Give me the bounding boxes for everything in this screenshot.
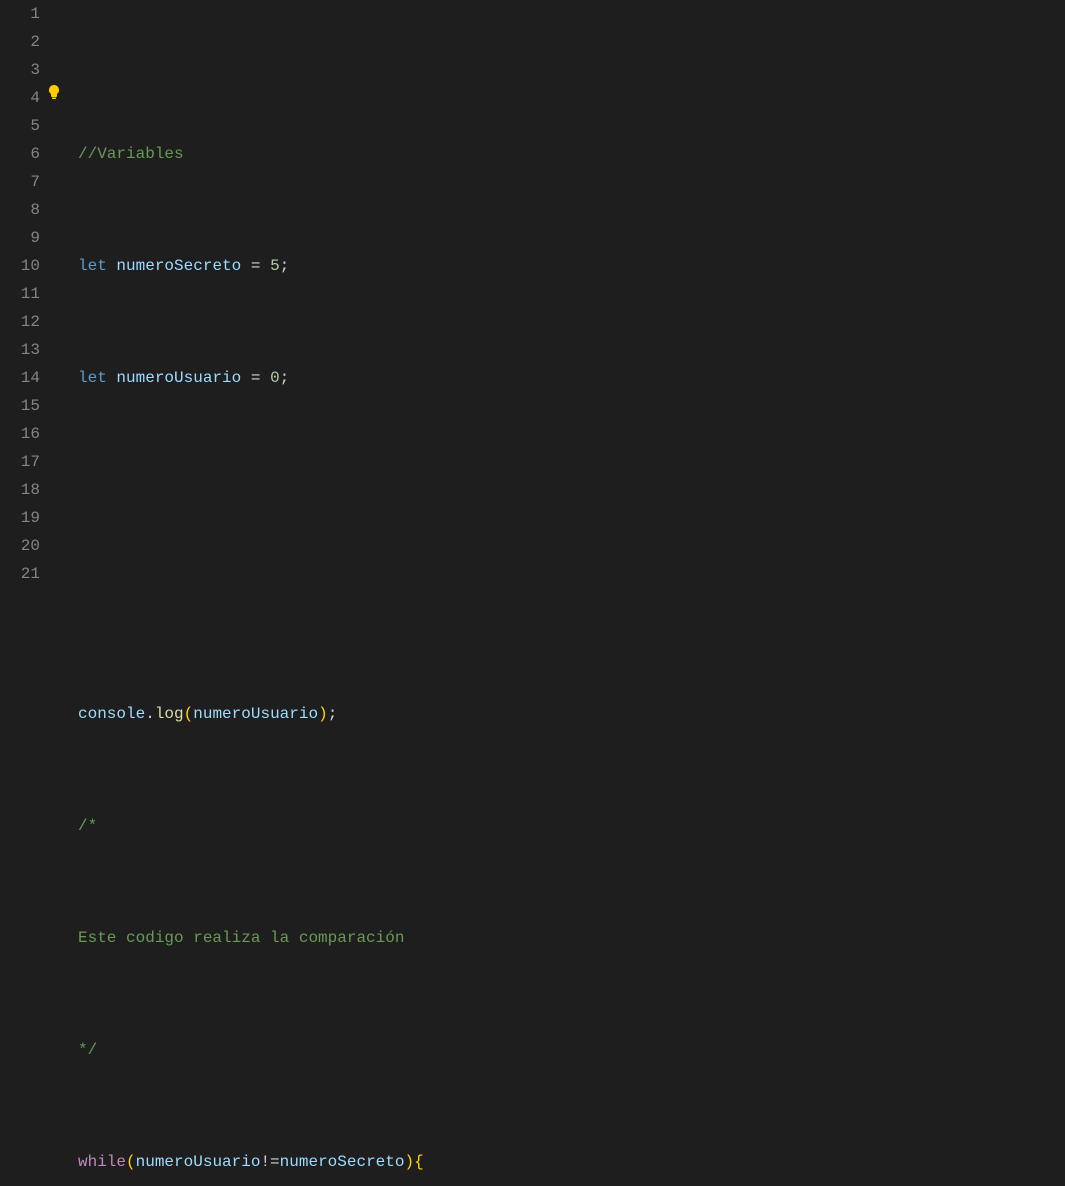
code-line: console.log(numeroUsuario); bbox=[78, 700, 1065, 728]
code-line bbox=[78, 588, 1065, 616]
paren: ) bbox=[404, 1153, 414, 1171]
comment-text: Este codigo realiza la comparación bbox=[78, 929, 404, 947]
line-number: 21 bbox=[0, 560, 40, 588]
code-line: Este codigo realiza la comparación bbox=[78, 924, 1065, 952]
line-number: 1 bbox=[0, 0, 40, 28]
operator: != bbox=[260, 1153, 279, 1171]
variable: numeroUsuario bbox=[193, 705, 318, 723]
line-number: 9 bbox=[0, 224, 40, 252]
line-number: 20 bbox=[0, 532, 40, 560]
punct: ; bbox=[328, 705, 338, 723]
object: console bbox=[78, 705, 145, 723]
line-number: 4 bbox=[0, 84, 40, 112]
line-number: 11 bbox=[0, 280, 40, 308]
code-line: //Variables bbox=[78, 140, 1065, 168]
keyword: while bbox=[78, 1153, 126, 1171]
paren: ( bbox=[126, 1153, 136, 1171]
line-number: 7 bbox=[0, 168, 40, 196]
code-line: while(numeroUsuario!=numeroSecreto){ bbox=[78, 1148, 1065, 1176]
code-content[interactable]: //Variables let numeroSecreto = 5; let n… bbox=[60, 0, 1065, 593]
line-number: 3 bbox=[0, 56, 40, 84]
punct: ; bbox=[280, 257, 290, 275]
code-line bbox=[78, 476, 1065, 504]
line-number: 19 bbox=[0, 504, 40, 532]
brace: { bbox=[414, 1153, 424, 1171]
punct: . bbox=[145, 705, 155, 723]
comment-text: //Variables bbox=[78, 145, 184, 163]
code-line: let numeroSecreto = 5; bbox=[78, 252, 1065, 280]
line-number: 13 bbox=[0, 336, 40, 364]
line-number: 8 bbox=[0, 196, 40, 224]
line-number: 2 bbox=[0, 28, 40, 56]
line-number: 16 bbox=[0, 420, 40, 448]
code-line: */ bbox=[78, 1036, 1065, 1064]
line-number: 6 bbox=[0, 140, 40, 168]
line-number: 10 bbox=[0, 252, 40, 280]
line-number: 18 bbox=[0, 476, 40, 504]
variable: numeroUsuario bbox=[116, 369, 241, 387]
paren: ( bbox=[184, 705, 194, 723]
code-line: /* bbox=[78, 812, 1065, 840]
line-number: 5 bbox=[0, 112, 40, 140]
number: 5 bbox=[270, 257, 280, 275]
line-number: 17 bbox=[0, 448, 40, 476]
code-line: let numeroUsuario = 0; bbox=[78, 364, 1065, 392]
punct: ; bbox=[280, 369, 290, 387]
keyword: let bbox=[78, 257, 107, 275]
line-number: 15 bbox=[0, 392, 40, 420]
number: 0 bbox=[270, 369, 280, 387]
operator: = bbox=[241, 369, 270, 387]
lightbulb-icon[interactable] bbox=[46, 28, 62, 44]
variable: numeroSecreto bbox=[116, 257, 241, 275]
comment-text: */ bbox=[78, 1041, 97, 1059]
function: log bbox=[155, 705, 184, 723]
variable: numeroSecreto bbox=[280, 1153, 405, 1171]
line-number: 14 bbox=[0, 364, 40, 392]
variable: numeroUsuario bbox=[136, 1153, 261, 1171]
code-editor[interactable]: 1 2 3 4 5 6 7 8 9 10 11 12 13 14 15 16 1… bbox=[0, 0, 1065, 593]
operator: = bbox=[241, 257, 270, 275]
paren: ) bbox=[318, 705, 328, 723]
comment-text: /* bbox=[78, 817, 97, 835]
keyword: let bbox=[78, 369, 107, 387]
line-number: 12 bbox=[0, 308, 40, 336]
